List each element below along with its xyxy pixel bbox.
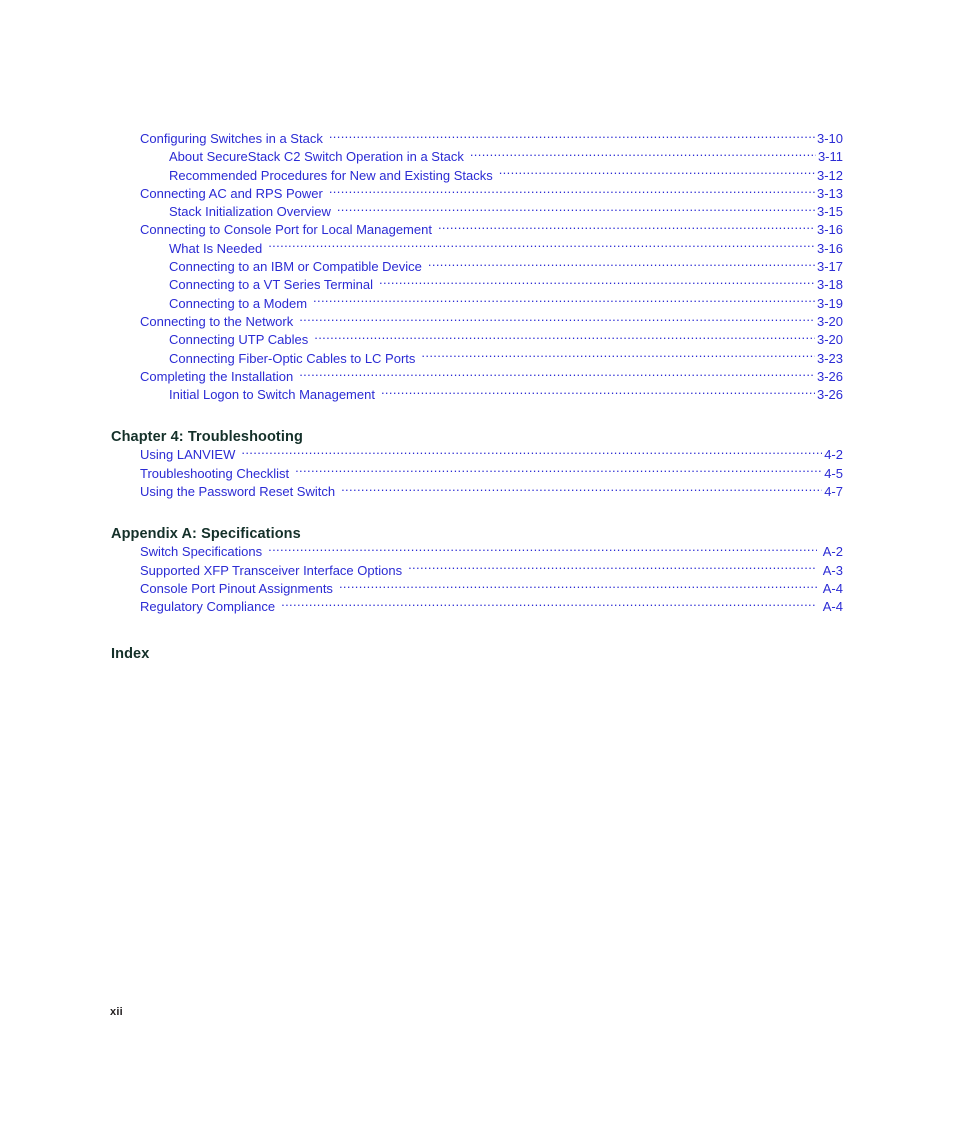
- toc-entry-page-number: 3-23: [816, 350, 843, 366]
- toc-entry-page-number: A-4: [822, 580, 843, 596]
- toc-entry-title: Connecting to a VT Series Terminal: [169, 277, 374, 293]
- toc-entry-title: About SecureStack C2 Switch Operation in…: [169, 149, 464, 165]
- toc-entry-title: Connecting Fiber-Optic Cables to LC Port…: [169, 350, 416, 366]
- toc-dot-leader: [268, 240, 815, 253]
- toc-entry[interactable]: Completing the Installation 3-26: [111, 368, 843, 386]
- toc-entry[interactable]: Connecting to an IBM or Compatible Devic…: [111, 258, 843, 276]
- toc-entry[interactable]: Recommended Procedures for New and Exist…: [111, 167, 843, 185]
- toc-dot-leader: [438, 221, 815, 234]
- toc-dot-leader: [379, 276, 815, 289]
- toc-entry-title: Configuring Switches in a Stack: [140, 131, 323, 146]
- toc-entry-page-number: 3-15: [816, 204, 843, 220]
- toc-section-heading: Chapter 4: Troubleshooting: [111, 429, 303, 446]
- toc-entry-title: Recommended Procedures for New and Exist…: [169, 167, 493, 183]
- toc-entry-page-number: 3-19: [816, 295, 843, 311]
- toc-entry-page-number: 3-26: [816, 387, 843, 403]
- toc-entry-title: Connecting UTP Cables: [169, 332, 309, 348]
- toc-entry-page-number: 3-26: [816, 368, 843, 384]
- toc-entry[interactable]: Using the Password Reset Switch 4-7: [111, 483, 843, 501]
- toc-entry[interactable]: What Is Needed 3-16: [111, 240, 843, 258]
- toc-section-heading: Index: [111, 645, 150, 662]
- toc-entry-title: Connecting to the Network: [140, 313, 294, 329]
- toc-entry[interactable]: Connecting UTP Cables 3-20: [111, 331, 843, 349]
- toc-entry[interactable]: About SecureStack C2 Switch Operation in…: [111, 148, 843, 166]
- toc-dot-leader: [428, 258, 815, 271]
- toc-group: Appendix A: Specifications Switch Specifi…: [111, 525, 843, 616]
- toc-entry[interactable]: Initial Logon to Switch Management 3-26: [111, 386, 843, 404]
- toc-entry-page-number: A-3: [822, 562, 843, 578]
- toc-entry[interactable]: Stack Initialization Overview 3-15: [111, 203, 843, 221]
- table-of-contents: Configuring Switches in a Stack 3-10 About…: [111, 130, 843, 663]
- toc-entry-title: Supported XFP Transceiver Interface Opti…: [140, 562, 403, 578]
- toc-entry-title: Troubleshooting Checklist: [140, 465, 290, 481]
- toc-group: Configuring Switches in a Stack 3-10 About…: [111, 130, 843, 404]
- toc-entry[interactable]: Connecting Fiber-Optic Cables to LC Port…: [111, 350, 843, 368]
- toc-entry-page-number: 3-17: [816, 259, 843, 275]
- toc-entry-page-number: 3-12: [816, 167, 843, 183]
- toc-dot-leader: [295, 465, 822, 478]
- toc-group: Chapter 4: TroubleshootingUsing LANVIEW 4…: [111, 428, 843, 501]
- toc-entry-title: Regulatory Compliance: [140, 599, 276, 615]
- toc-entry[interactable]: Troubleshooting Checklist 4-5: [111, 465, 843, 483]
- toc-dot-leader: [329, 130, 815, 143]
- toc-entry-page-number: 4-5: [824, 465, 843, 481]
- page-folio: xii: [110, 1006, 123, 1018]
- toc-entry-title: Completing the Installation: [140, 368, 294, 384]
- toc-dot-leader: [281, 598, 817, 611]
- toc-dot-leader: [421, 350, 815, 363]
- document-page: Configuring Switches in a Stack 3-10 About…: [0, 0, 954, 1123]
- toc-entry-page-number: 3-20: [816, 332, 843, 348]
- toc-entry[interactable]: Connecting to the Network 3-20: [111, 313, 843, 331]
- toc-entry-page-number: 3-18: [816, 277, 843, 293]
- toc-dot-leader: [381, 386, 815, 399]
- toc-dot-leader: [499, 167, 815, 180]
- toc-entry[interactable]: Regulatory Compliance A-4: [111, 598, 843, 616]
- toc-dot-leader: [470, 148, 816, 161]
- toc-entry-title: Initial Logon to Switch Management: [169, 387, 375, 403]
- toc-entry[interactable]: Connecting to a Modem 3-19: [111, 295, 843, 313]
- toc-dot-leader: [339, 580, 817, 593]
- toc-dot-leader: [299, 313, 815, 326]
- toc-entry-title: Switch Specifications: [140, 544, 263, 560]
- toc-entry[interactable]: Connecting AC and RPS Power 3-13: [111, 185, 843, 203]
- toc-entry[interactable]: Console Port Pinout Assignments A-4: [111, 580, 843, 598]
- toc-entry-page-number: 4-7: [824, 484, 843, 500]
- toc-entry-title: Connecting to Console Port for Local Man…: [140, 222, 432, 238]
- toc-dot-leader: [341, 483, 822, 496]
- toc-dot-leader: [329, 185, 815, 198]
- toc-entry-title: Console Port Pinout Assignments: [140, 580, 333, 596]
- toc-entry-page-number: 3-20: [816, 313, 843, 329]
- toc-entry-page-number: 3-10: [816, 131, 843, 146]
- toc-section-heading: Appendix A: Specifications: [111, 526, 301, 543]
- toc-entry-page-number: 3-13: [816, 185, 843, 201]
- toc-entry-title: What Is Needed: [169, 240, 263, 256]
- toc-dot-leader: [241, 446, 822, 459]
- toc-dot-leader: [268, 543, 817, 556]
- toc-dot-leader: [337, 203, 815, 216]
- toc-dot-leader: [313, 295, 815, 308]
- toc-entry[interactable]: Configuring Switches in a Stack 3-10: [111, 130, 843, 148]
- toc-entry-page-number: 3-16: [816, 240, 843, 256]
- toc-entry-page-number: A-2: [822, 544, 843, 560]
- toc-entry-title: Connecting to an IBM or Compatible Devic…: [169, 259, 422, 275]
- toc-entry[interactable]: Supported XFP Transceiver Interface Opti…: [111, 562, 843, 580]
- toc-entry-page-number: A-4: [822, 599, 843, 615]
- toc-entry[interactable]: Connecting to Console Port for Local Man…: [111, 221, 843, 239]
- toc-entry-title: Using the Password Reset Switch: [140, 484, 336, 500]
- toc-group: Index: [111, 645, 843, 663]
- toc-dot-leader: [408, 562, 817, 575]
- toc-entry-title: Connecting AC and RPS Power: [140, 185, 323, 201]
- toc-dot-leader: [299, 368, 815, 381]
- toc-entry[interactable]: Connecting to a VT Series Terminal 3-18: [111, 276, 843, 294]
- toc-entry-title: Connecting to a Modem: [169, 295, 308, 311]
- toc-entry[interactable]: Switch Specifications A-2: [111, 543, 843, 561]
- toc-dot-leader: [314, 331, 815, 344]
- toc-entry-page-number: 4-2: [824, 447, 843, 463]
- toc-entry-page-number: 3-11: [817, 149, 843, 165]
- toc-entry-page-number: 3-16: [816, 222, 843, 238]
- toc-entry-title: Using LANVIEW: [140, 447, 236, 463]
- toc-entry[interactable]: Using LANVIEW 4-2: [111, 446, 843, 464]
- toc-entry-title: Stack Initialization Overview: [169, 204, 331, 220]
